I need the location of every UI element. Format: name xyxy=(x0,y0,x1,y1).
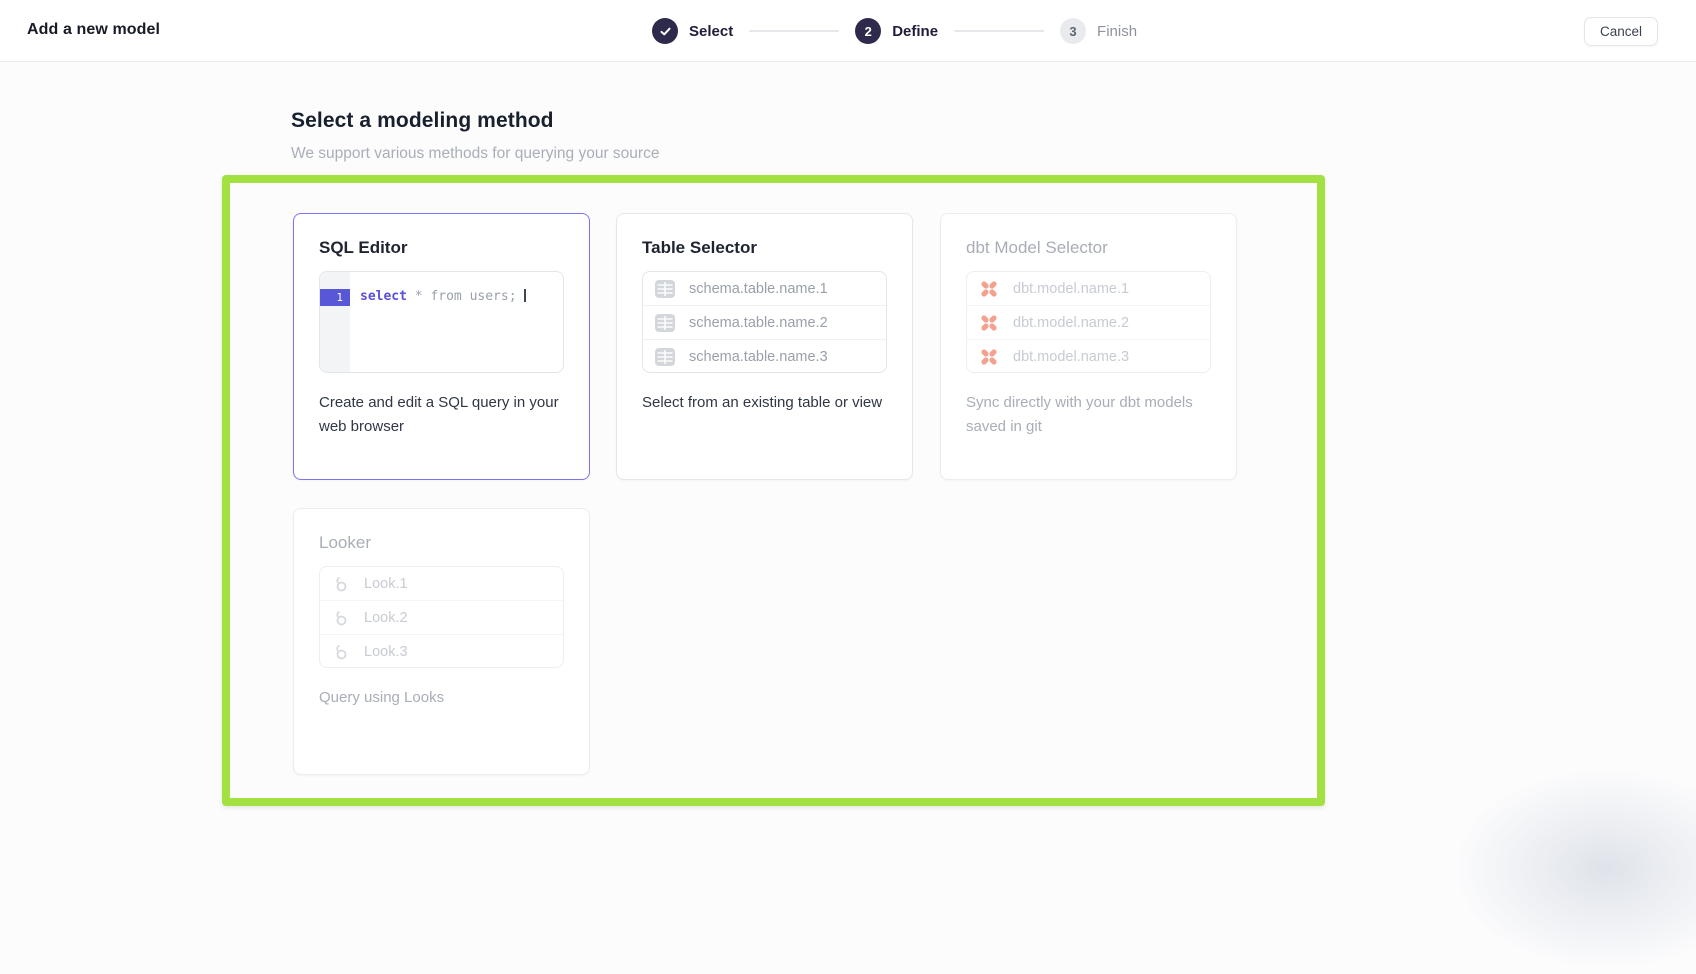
list-item: Look.3 xyxy=(320,635,563,668)
list-item-label: schema.table.name.2 xyxy=(689,315,828,331)
card-sql-editor[interactable]: SQL Editor 1 select * from users; Create… xyxy=(293,213,590,480)
list-item-label: Look.2 xyxy=(364,610,408,626)
table-list-preview: schema.table.name.1 schema.table.name.2 … xyxy=(642,271,887,373)
list-item: dbt.model.name.2 xyxy=(967,306,1210,340)
card-looker-description: Query using Looks xyxy=(319,686,564,710)
card-sql-editor-description: Create and edit a SQL query in your web … xyxy=(319,391,564,439)
list-item: schema.table.name.1 xyxy=(643,272,886,306)
step-select[interactable]: Select xyxy=(652,18,733,44)
looker-icon xyxy=(331,608,351,628)
card-table-selector-title: Table Selector xyxy=(642,238,887,258)
corner-widget-shadow xyxy=(1446,764,1696,974)
add-model-wizard: Add a new model Select 2 Define 3 Finish… xyxy=(0,0,1696,884)
list-item: Look.1 xyxy=(320,567,563,601)
card-looker[interactable]: Looker Look.1 Look.2 Look.3 Query xyxy=(293,508,590,775)
code-keyword: select xyxy=(360,289,407,304)
list-item: schema.table.name.2 xyxy=(643,306,886,340)
step-define-label: Define xyxy=(892,23,938,40)
step-finish-number: 3 xyxy=(1060,18,1086,44)
looker-icon xyxy=(331,574,351,594)
wizard-stepper: Select 2 Define 3 Finish xyxy=(652,0,1137,62)
table-icon xyxy=(654,312,676,334)
step-connector xyxy=(954,30,1044,32)
card-table-selector[interactable]: Table Selector schema.table.name.1 schem… xyxy=(616,213,913,480)
list-item: dbt.model.name.1 xyxy=(967,272,1210,306)
card-dbt-title: dbt Model Selector xyxy=(966,238,1211,258)
list-item-label: Look.1 xyxy=(364,576,408,592)
list-item-label: dbt.model.name.1 xyxy=(1013,281,1129,297)
list-item-label: schema.table.name.3 xyxy=(689,349,828,365)
check-icon xyxy=(652,18,678,44)
card-sql-editor-title: SQL Editor xyxy=(319,238,564,258)
section-subheading: We support various methods for querying … xyxy=(291,145,659,163)
cancel-button[interactable]: Cancel xyxy=(1584,17,1658,46)
sql-editor-preview: 1 select * from users; xyxy=(319,271,564,373)
step-define-number: 2 xyxy=(855,18,881,44)
card-table-selector-description: Select from an existing table or view xyxy=(642,391,887,415)
page-title: Add a new model xyxy=(27,21,160,39)
list-item: dbt.model.name.3 xyxy=(967,340,1210,373)
dbt-icon xyxy=(978,278,1000,300)
dbt-icon xyxy=(978,312,1000,334)
list-item-label: Look.3 xyxy=(364,644,408,660)
step-select-label: Select xyxy=(689,23,733,40)
looker-list-preview: Look.1 Look.2 Look.3 xyxy=(319,566,564,668)
top-bar: Add a new model Select 2 Define 3 Finish… xyxy=(0,0,1696,62)
list-item-label: schema.table.name.1 xyxy=(689,281,828,297)
table-icon xyxy=(654,278,676,300)
step-connector xyxy=(749,30,839,32)
dbt-icon xyxy=(978,346,1000,368)
step-define[interactable]: 2 Define xyxy=(855,18,938,44)
code-rest: * from users; xyxy=(407,289,524,304)
list-item-label: dbt.model.name.3 xyxy=(1013,349,1129,365)
editor-gutter: 1 xyxy=(320,272,350,372)
line-number: 1 xyxy=(320,289,350,306)
step-finish[interactable]: 3 Finish xyxy=(1060,18,1137,44)
code-line: select * from users; xyxy=(350,272,526,372)
card-dbt-description: Sync directly with your dbt models saved… xyxy=(966,391,1211,439)
text-cursor xyxy=(524,289,526,302)
table-icon xyxy=(654,346,676,368)
list-item: Look.2 xyxy=(320,601,563,635)
looker-icon xyxy=(331,642,351,662)
card-dbt-model-selector[interactable]: dbt Model Selector dbt.model.name.1 dbt.… xyxy=(940,213,1237,480)
section-heading: Select a modeling method xyxy=(291,109,554,133)
list-item-label: dbt.model.name.2 xyxy=(1013,315,1129,331)
list-item: schema.table.name.3 xyxy=(643,340,886,373)
step-finish-label: Finish xyxy=(1097,23,1137,40)
dbt-list-preview: dbt.model.name.1 dbt.model.name.2 dbt.mo… xyxy=(966,271,1211,373)
card-looker-title: Looker xyxy=(319,533,564,553)
